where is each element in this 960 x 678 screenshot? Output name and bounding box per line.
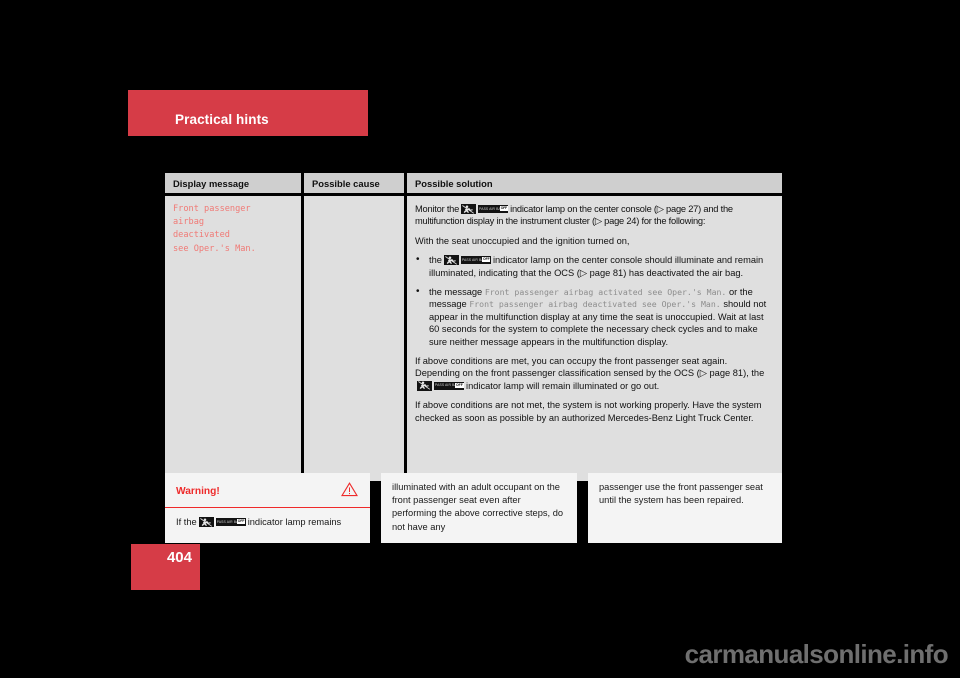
pass-air-bag-off-lamp-icon: PASS AIR BAG OFF [434, 381, 464, 390]
display-message-text: Front passenger airbag deactivated see O… [173, 204, 256, 254]
solution-intro-paragraph: Monitor the PASS AIR BAG OFF indicator lamp… [415, 203, 774, 228]
pass-air-bag-off-lamp-icon: PASS AIR BAG OFF [215, 518, 246, 527]
header-possible-cause: Possible cause [304, 173, 404, 193]
solution-bullet-list: • the PASS AIR BAG OFF indicator lamp on the… [415, 254, 774, 348]
cell-display-message: Front passenger airbag deactivated see O… [165, 196, 301, 481]
warning-col1-pre: If the [176, 517, 197, 528]
warning-box-continued-1: illuminated with an adult occupant on th… [381, 473, 577, 543]
warning-row: Warning! If the PASS AIR BAG OFF indicator … [165, 473, 782, 543]
bullet-marker: • [416, 285, 420, 297]
manual-page: Practical hints Display message Possible… [0, 0, 960, 678]
table-header-row: Display message Possible cause Possible … [165, 173, 782, 193]
solution-met-tail: indicator lamp will remain illuminated o… [466, 380, 660, 391]
warning-box-continued-2: passenger use the front passenger seat u… [588, 473, 782, 543]
passenger-airbag-figure-icon [443, 255, 459, 266]
warning-title: Warning! [176, 486, 220, 497]
passenger-airbag-figure-icon [461, 204, 477, 214]
warning-triangle-icon [341, 482, 358, 501]
warning-col2-text: illuminated with an adult occupant on th… [392, 482, 564, 532]
cell-possible-solution: Monitor the PASS AIR BAG OFF indicator lamp… [407, 196, 782, 481]
solution-met-paragraph: If above conditions are met, you can occ… [415, 355, 774, 392]
warning-header: Warning! [165, 473, 370, 509]
chapter-title: Practical hints [175, 112, 269, 127]
warning-body-part-1: If the PASS AIR BAG OFF indicator lamp rema… [165, 508, 370, 539]
solution-condition-paragraph: With the seat unoccupied and the ignitio… [415, 235, 630, 246]
list-item: • the message Front passenger airbag acti… [415, 286, 774, 348]
site-watermark: carmanualsonline.info [684, 639, 949, 669]
cell-possible-cause [304, 196, 404, 481]
bullet-1-pre: the [429, 255, 442, 266]
pass-air-bag-off-lamp-icon: PASS AIR BAG OFF [460, 256, 491, 265]
passenger-airbag-figure-icon [417, 380, 432, 391]
lamp-off-label: OFF [455, 382, 464, 388]
solution-met-lead: If above conditions are met, you can occ… [415, 356, 765, 379]
table-row: Front passenger airbag deactivated see O… [165, 196, 782, 481]
list-item: • the PASS AIR BAG OFF indicator lamp on the… [415, 254, 774, 279]
bullet-2-message-activated: Front passenger airbag activated see Ope… [484, 287, 727, 298]
bullet-2-message-deactivated: Front passenger airbag deactivated see O… [469, 299, 721, 310]
page-number-block: 404 [131, 544, 200, 590]
header-possible-solution: Possible solution [407, 173, 782, 193]
solution-intro-lead: Monitor the [415, 204, 460, 214]
warning-col1-post: indicator lamp remains [247, 517, 342, 528]
passenger-airbag-figure-icon [198, 517, 214, 528]
page-number: 404 [166, 549, 192, 566]
warning-box-primary: Warning! If the PASS AIR BAG OFF indicator … [165, 473, 370, 543]
warning-col3-text: passenger use the front passenger seat u… [599, 482, 763, 506]
solution-notmet-paragraph: If above conditions are not met, the sys… [415, 400, 762, 423]
header-display-message: Display message [165, 173, 301, 193]
bullet-marker: • [416, 253, 420, 265]
display-message-table: Display message Possible cause Possible … [165, 173, 782, 481]
bullet-2-lead: the message [429, 287, 483, 298]
lamp-off-label: OFF [482, 256, 491, 263]
lamp-off-label: OFF [500, 205, 508, 212]
lamp-off-label: OFF [237, 518, 246, 525]
pass-air-bag-off-lamp-icon: PASS AIR BAG OFF [478, 205, 509, 213]
